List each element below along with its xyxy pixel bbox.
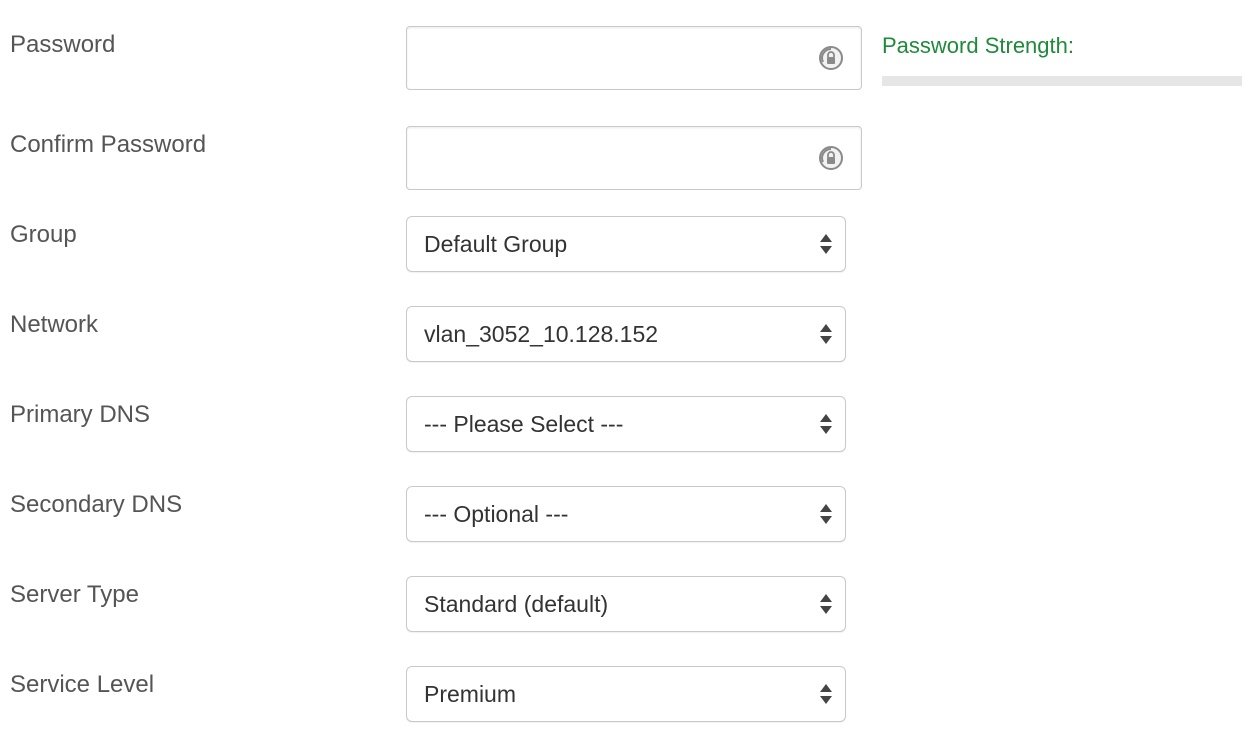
network-select[interactable]: vlan_3052_10.128.152 <box>406 306 846 362</box>
server-type-label: Server Type <box>10 581 139 608</box>
key-lock-icon[interactable] <box>817 144 845 172</box>
password-input[interactable] <box>407 27 861 89</box>
confirm-password-label: Confirm Password <box>10 131 207 158</box>
up-down-arrows-icon <box>820 234 832 254</box>
service-level-select[interactable]: Premium <box>406 666 846 722</box>
password-strength-meter <box>882 76 1242 86</box>
key-lock-icon[interactable] <box>817 44 845 72</box>
up-down-arrows-icon <box>820 594 832 614</box>
secondary-dns-select[interactable]: --- Optional --- <box>406 486 846 542</box>
up-down-arrows-icon <box>820 504 832 524</box>
network-selected-value: vlan_3052_10.128.152 <box>424 321 659 347</box>
primary-dns-select[interactable]: --- Please Select --- <box>406 396 846 452</box>
up-down-arrows-icon <box>820 684 832 704</box>
group-select[interactable]: Default Group <box>406 216 846 272</box>
server-type-selected-value: Standard (default) <box>424 591 609 617</box>
up-down-arrows-icon <box>820 414 832 434</box>
confirm-password-input[interactable] <box>407 127 861 189</box>
password-field-wrapper <box>406 26 862 90</box>
secondary-dns-selected-value: --- Optional --- <box>424 501 569 527</box>
group-label: Group <box>10 221 77 248</box>
secondary-dns-label: Secondary DNS <box>10 491 183 518</box>
confirm-password-field-wrapper <box>406 126 862 190</box>
server-type-select[interactable]: Standard (default) <box>406 576 846 632</box>
network-label: Network <box>10 311 99 338</box>
group-selected-value: Default Group <box>424 231 568 257</box>
service-level-label: Service Level <box>10 671 155 698</box>
up-down-arrows-icon <box>820 324 832 344</box>
password-label: Password <box>10 31 116 58</box>
password-strength-label: Password Strength: <box>882 33 1074 58</box>
service-level-selected-value: Premium <box>424 681 517 707</box>
primary-dns-selected-value: --- Please Select --- <box>424 411 624 437</box>
primary-dns-label: Primary DNS <box>10 401 151 428</box>
server-config-form: Password Password Strength: Confirm Pass… <box>0 0 1252 742</box>
